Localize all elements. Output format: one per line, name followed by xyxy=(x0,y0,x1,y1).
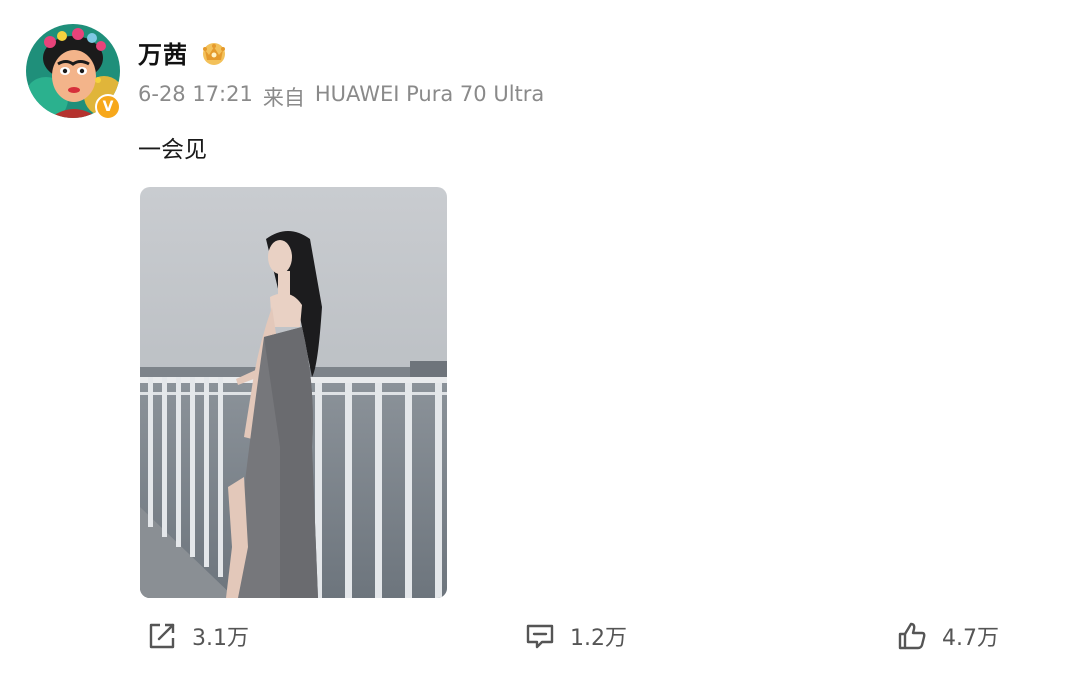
post-text: 一会见 xyxy=(138,137,207,163)
weibo-post: V 万茜 6-28 17:21 来自 HUAWEI Pura 70 Ultra … xyxy=(0,0,1080,687)
post-photo-image xyxy=(140,187,447,598)
verified-badge: V xyxy=(95,94,121,120)
share-count: 3.1万 xyxy=(192,626,249,651)
username[interactable]: 万茜 xyxy=(138,35,188,70)
post-meta: 6-28 17:21 来自 HUAWEI Pura 70 Ultra xyxy=(138,82,544,112)
comment-icon xyxy=(526,624,554,649)
like-count: 4.7万 xyxy=(942,626,999,651)
crown-badge-icon[interactable] xyxy=(198,38,230,66)
post-photo[interactable] xyxy=(140,187,447,598)
comment-count: 1.2万 xyxy=(570,626,627,651)
share-icon xyxy=(149,623,175,649)
thumbs-up-icon xyxy=(898,622,926,650)
post-timestamp[interactable]: 6-28 17:21 xyxy=(138,82,253,112)
action-bar: 3.1万 1.2万 4.7万 xyxy=(0,615,1080,657)
like-button[interactable]: 4.7万 xyxy=(896,615,999,657)
source-device: HUAWEI Pura 70 Ultra xyxy=(314,82,545,106)
source-prefix: 来自 xyxy=(262,86,305,110)
username-row: 万茜 xyxy=(138,32,230,72)
share-button[interactable]: 3.1万 xyxy=(146,615,249,657)
comment-button[interactable]: 1.2万 xyxy=(524,615,627,657)
